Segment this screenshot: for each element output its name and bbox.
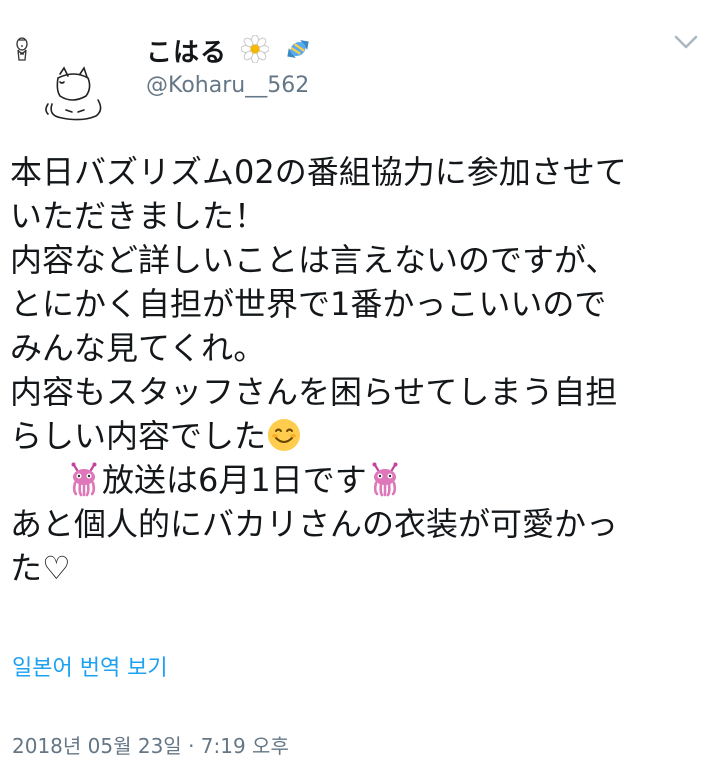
display-name[interactable]: こはる: [146, 34, 313, 73]
translate-link[interactable]: 일본어 번역 보기: [12, 655, 168, 683]
tweet-line-with-emoji: 放送は6月1日です: [10, 458, 710, 502]
tweet-line: 内容もスタッフさんを困らせてしまう自担: [10, 373, 618, 411]
tweet-line: 放送は6月1日です: [102, 461, 367, 499]
smiling-face-icon: [266, 417, 302, 464]
avatar[interactable]: [8, 30, 108, 126]
tweet-line: 本日バズリズム02の番組協力に参加させて: [10, 153, 627, 191]
tweet-card: こはる @Koharu__562 本日バズリズム02の番組協力に参加させて いた…: [0, 0, 720, 770]
avatar-drawing: [16, 37, 102, 121]
alien-monster-icon: [66, 461, 102, 508]
tweet-line: 内容など詳しいことは言えないのですが、: [10, 241, 618, 279]
tweet-line: とにかく自担が世界で1番かっこいいので: [10, 285, 607, 323]
tweet-line: みんな見てくれ。: [10, 329, 266, 367]
tweet-line: あと個人的にバカリさんの衣装が可愛かっ: [10, 505, 619, 543]
tweet-text: 本日バズリズム02の番組協力に参加させて いただきました！ 内容など詳しいことは…: [10, 150, 710, 590]
tweet-line: た♡: [10, 549, 71, 587]
handle[interactable]: @Koharu__562: [146, 72, 309, 100]
chevron-down-icon[interactable]: [672, 30, 700, 54]
daisy-icon: [240, 34, 270, 72]
display-name-text: こはる: [146, 38, 228, 68]
tweet-line-with-emoji: らしい内容でした: [10, 414, 710, 458]
tweet-line: らしい内容でした: [10, 417, 267, 455]
tweet-line: いただきました！: [10, 197, 267, 235]
alien-monster-icon: [367, 461, 403, 508]
timestamp[interactable]: 2018년 05월 23일 · 7:19 오후: [12, 733, 289, 759]
candy-icon: [283, 34, 313, 73]
